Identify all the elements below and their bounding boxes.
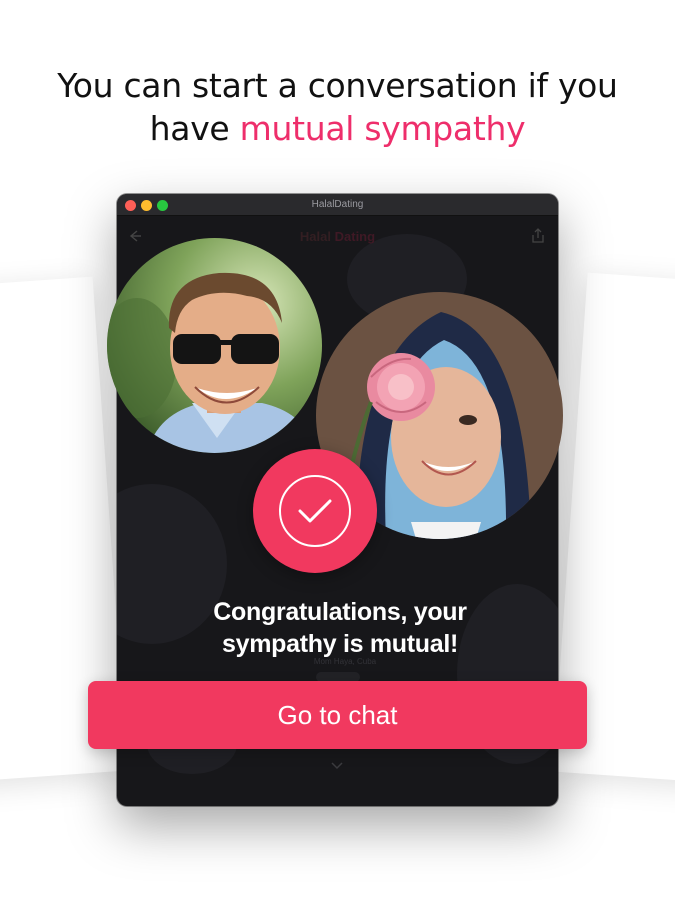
headline-prefix: have (149, 109, 240, 148)
avatar-user-man (107, 238, 322, 453)
logo-halal: Halal (299, 229, 331, 244)
headline: You can start a conversation if you have… (0, 64, 675, 150)
headline-line-1: You can start a conversation if you (57, 66, 618, 105)
window-titlebar: HalalDating (117, 194, 558, 216)
headline-accent: mutual sympathy (239, 109, 526, 148)
window-title: HalalDating (311, 199, 364, 210)
match-message: Congratulations, your sympathy is mutual… (140, 596, 540, 660)
logo-dating: Dating (334, 229, 376, 244)
share-icon[interactable] (530, 227, 548, 245)
chevron-down-icon[interactable] (330, 758, 344, 770)
match-message-line-2: sympathy is mutual! (221, 630, 459, 658)
match-check-badge (253, 449, 377, 573)
go-to-chat-button[interactable]: Go to chat (88, 681, 587, 749)
match-message-line-1: Congratulations, your (213, 598, 467, 626)
headline-line-2: have mutual sympathy (0, 107, 675, 150)
check-icon (279, 475, 351, 547)
